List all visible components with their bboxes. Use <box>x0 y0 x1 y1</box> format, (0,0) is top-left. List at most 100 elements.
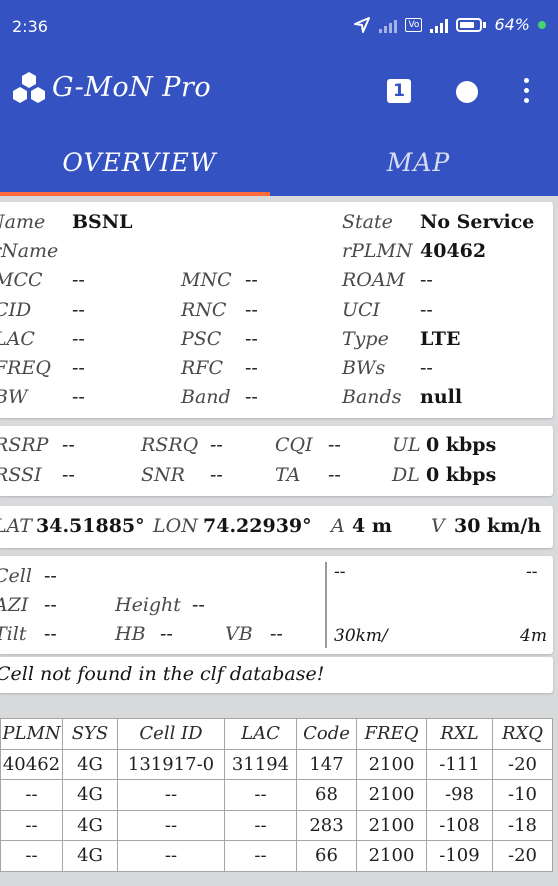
table-row: -- 4G -- -- 283 2100 -108 -18 <box>0 809 553 841</box>
cell-freq: 2100 <box>356 809 427 841</box>
tab-overview[interactable]: OVERVIEW <box>0 130 279 196</box>
database-message-card: Cell not found in the clf database! <box>0 657 553 693</box>
rsrp-value: -- <box>62 434 75 456</box>
azi-label: AZI <box>0 594 29 616</box>
cell-sys: 4G <box>62 748 118 780</box>
distance-left-value: -- <box>334 562 346 582</box>
uci-label: UCI <box>342 299 381 321</box>
cell-label: Cell <box>0 565 32 587</box>
table-header-row: PLMN SYS Cell ID LAC Code FREQ RXL RXQ <box>0 718 553 750</box>
lat-value: 34.51885° <box>36 515 145 537</box>
record-button[interactable] <box>456 81 478 103</box>
cell-freq: 2100 <box>356 840 427 872</box>
cell-rxl: -108 <box>426 809 493 841</box>
cell-rxq: -18 <box>492 809 553 841</box>
ta-label: TA <box>275 464 301 486</box>
cell-freq: 2100 <box>356 748 427 780</box>
bws-value: -- <box>420 357 433 379</box>
rfc-value: -- <box>245 357 258 379</box>
bands-label: Bands <box>342 386 402 408</box>
tab-map[interactable]: MAP <box>279 130 558 196</box>
psc-value: -- <box>245 328 258 350</box>
cell-rxq: -10 <box>492 779 553 811</box>
cell-info-card: Cell -- AZI -- Tilt -- Height -- HB -- V… <box>0 556 553 654</box>
bw-label: BW <box>0 386 28 408</box>
vb-value: -- <box>270 623 283 645</box>
accuracy-value: 4 m <box>352 515 392 537</box>
status-time: 2:36 <box>12 17 48 36</box>
volte-icon: Vo <box>405 17 423 32</box>
sim-counter-button[interactable]: 1 <box>387 79 411 103</box>
dl-label: DL <box>392 464 420 486</box>
lon-value: 74.22939° <box>203 515 312 537</box>
vb-label: VB <box>225 623 253 645</box>
lac-label: LAC <box>0 328 35 350</box>
distance-scale-left: 30km/ <box>334 626 388 646</box>
lat-label: LAT <box>0 515 32 537</box>
cid-label: CID <box>0 299 32 321</box>
active-tab-indicator <box>0 192 270 196</box>
signal-card: RSRP -- RSSI -- RSRQ -- SNR -- CQI -- TA… <box>0 426 553 496</box>
mnc-value: -- <box>245 269 258 291</box>
distance-right-value: -- <box>526 562 538 582</box>
cell-cell-id: 131917-0 <box>117 748 225 780</box>
col-sys: SYS <box>62 718 118 750</box>
roam-value: -- <box>420 269 433 291</box>
cell-code: 66 <box>296 840 357 872</box>
cell-code: 283 <box>296 809 357 841</box>
col-code: Code <box>296 718 357 750</box>
signal-bars-sim2-icon <box>430 17 449 33</box>
velocity-value: 30 km/h <box>454 515 542 537</box>
cell-rxl: -109 <box>426 840 493 872</box>
status-bar: 2:36 Vo 64% <box>0 0 558 52</box>
cell-rxq: -20 <box>492 748 553 780</box>
hb-value: -- <box>160 623 173 645</box>
battery-icon <box>456 17 483 32</box>
mnc-label: MNC <box>181 269 232 291</box>
tab-bar: OVERVIEW MAP <box>0 130 558 196</box>
cell-rxl: -98 <box>426 779 493 811</box>
col-cell-id: Cell ID <box>117 718 225 750</box>
height-value: -- <box>192 594 205 616</box>
cell-sys: 4G <box>62 809 118 841</box>
rplmn-value: 40462 <box>420 240 487 262</box>
signal-bars-sim1-icon <box>379 17 398 33</box>
cell-sys: 4G <box>62 779 118 811</box>
name-value: BSNL <box>72 211 133 233</box>
cell-code: 147 <box>296 748 357 780</box>
table-row: -- 4G -- -- 66 2100 -109 -20 <box>0 840 553 872</box>
dl-value: 0 kbps <box>426 464 497 486</box>
overflow-menu-icon[interactable] <box>520 78 532 106</box>
privacy-dot-icon <box>538 20 546 29</box>
app-title: G-MoN Pro <box>52 72 212 103</box>
neighbor-cells-table: PLMN SYS Cell ID LAC Code FREQ RXL RXQ 4… <box>0 718 553 872</box>
col-rxl: RXL <box>426 718 493 750</box>
table-row: 40462 4G 131917-0 31194 147 2100 -111 -2… <box>0 748 553 780</box>
cell-rxq: -20 <box>492 840 553 872</box>
roam-label: ROAM <box>342 269 406 291</box>
rsrp-label: RSRP <box>0 434 49 456</box>
cell-rxl: -111 <box>426 748 493 780</box>
hb-label: HB <box>115 623 146 645</box>
rssi-label: RSSI <box>0 464 42 486</box>
band-label: Band <box>181 386 231 408</box>
ul-label: UL <box>392 434 421 456</box>
location-card: LAT 34.51885° LON 74.22939° A 4 m V 30 k… <box>0 506 553 548</box>
cell-cell-id: -- <box>117 840 225 872</box>
distance-scale-right: 4m <box>520 626 547 646</box>
name-label: Name <box>0 211 46 233</box>
app-bar: G-MoN Pro 1 <box>0 52 558 130</box>
cid-value: -- <box>72 299 85 321</box>
mcc-value: -- <box>72 269 85 291</box>
location-arrow-icon <box>354 16 371 33</box>
serving-cell-card: Name BSNL rName MCC -- CID -- LAC -- FRE… <box>0 202 553 418</box>
bws-label: BWs <box>342 357 386 379</box>
ta-value: -- <box>328 464 341 486</box>
tilt-value: -- <box>44 623 57 645</box>
cell-lac: -- <box>224 779 297 811</box>
col-rxq: RXQ <box>492 718 553 750</box>
accuracy-label: A <box>331 515 345 537</box>
velocity-label: V <box>431 515 445 537</box>
cell-plmn: -- <box>0 840 63 872</box>
cell-plmn: 40462 <box>0 748 63 780</box>
